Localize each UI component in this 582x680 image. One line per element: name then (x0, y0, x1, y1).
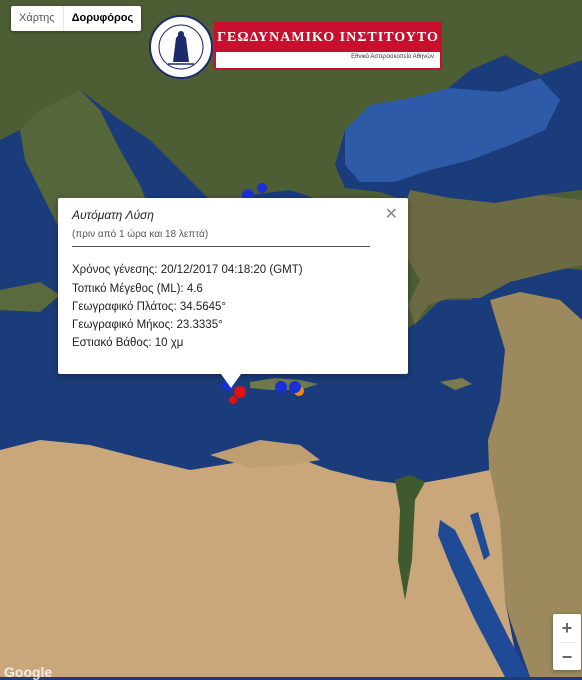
google-attribution[interactable]: Google (4, 664, 52, 680)
zoom-out-button[interactable]: − (553, 643, 581, 671)
depth-label: Εστιακό Βάθος: (72, 337, 152, 349)
longitude-row: Γεωγραφικό Μήκος: 23.3335° (72, 319, 223, 331)
logo-title: ΓΕΩΔΥΝΑΜΙΚΟ ΙΝΣΤΙΤΟΥΤΟ (217, 30, 439, 45)
popup-time-ago: (πριν από 1 ώρα και 18 λεπτά) (72, 229, 209, 240)
magnitude-row: Τοπικό Μέγεθος (ML): 4.6 (72, 283, 203, 295)
earthquake-marker[interactable] (289, 381, 301, 393)
map-type-map-button[interactable]: Χάρτης (11, 6, 63, 31)
institute-logo: ΓΕΩΔΥΝΑΜΙΚΟ ΙΝΣΤΙΤΟΥΤΟ Εθνικό Αστεροσκοπ… (148, 14, 448, 80)
popup-title: Αυτόματη Λύση (72, 208, 154, 222)
magnitude-value: 4.6 (186, 283, 203, 295)
origin-time-row: Χρόνος γένεσης: 20/12/2017 04:18:20 (GMT… (72, 264, 303, 276)
longitude-label: Γεωγραφικό Μήκος: (72, 319, 174, 331)
depth-row: Εστιακό Βάθος: 10 χμ (72, 337, 183, 349)
origin-time-label: Χρόνος γένεσης: (72, 264, 158, 276)
earthquake-info-window: ✕ Αυτόματη Λύση (πριν από 1 ώρα και 18 λ… (58, 198, 408, 374)
zoom-control: + − (553, 614, 581, 670)
logo-title-bar: ΓΕΩΔΥΝΑΜΙΚΟ ΙΝΣΤΙΤΟΥΤΟ (216, 24, 440, 52)
latitude-row: Γεωγραφικό Πλάτος: 34.5645° (72, 301, 226, 313)
close-icon[interactable]: ✕ (385, 204, 398, 224)
earthquake-marker-selected[interactable] (229, 396, 237, 404)
zoom-in-button[interactable]: + (553, 614, 581, 642)
observatory-seal-icon (149, 15, 213, 79)
popup-divider (72, 246, 370, 247)
earthquake-marker[interactable] (275, 381, 287, 393)
origin-time-value: 20/12/2017 04:18:20 (GMT) (160, 264, 303, 276)
info-window-pointer (221, 374, 241, 388)
magnitude-label: Τοπικό Μέγεθος (ML): (72, 283, 184, 295)
latitude-value: 34.5645° (179, 301, 227, 313)
depth-value: 10 χμ (154, 337, 184, 349)
earthquake-marker[interactable] (257, 183, 267, 193)
map-type-control: Χάρτης Δορυφόρος (11, 6, 142, 31)
map-type-satellite-button[interactable]: Δορυφόρος (62, 6, 142, 31)
longitude-value: 23.3335° (176, 319, 223, 331)
logo-banner: ΓΕΩΔΥΝΑΜΙΚΟ ΙΝΣΤΙΤΟΥΤΟ Εθνικό Αστεροσκοπ… (214, 22, 442, 70)
logo-subtitle: Εθνικό Αστεροσκοπείο Αθηνών (351, 54, 434, 60)
latitude-label: Γεωγραφικό Πλάτος: (72, 301, 177, 313)
